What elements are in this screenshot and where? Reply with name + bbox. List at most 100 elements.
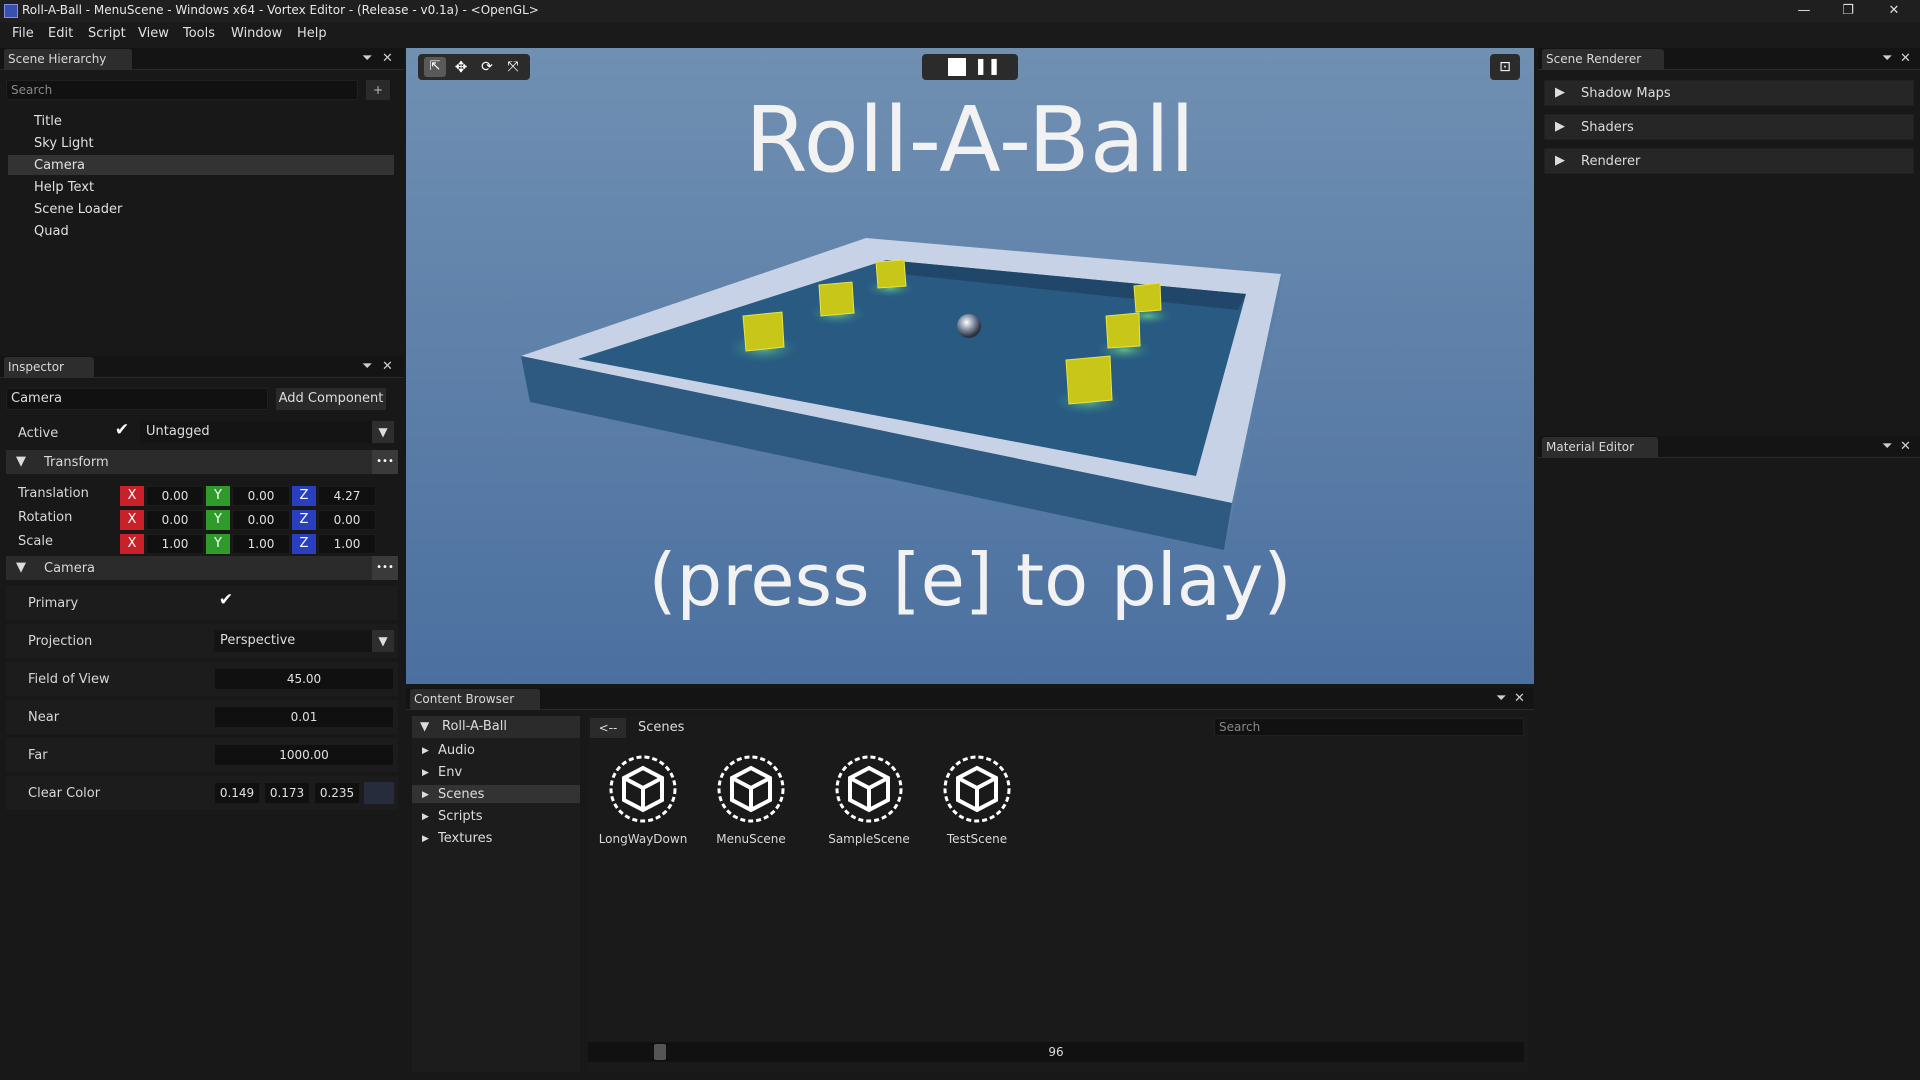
viewport-maximize-icon[interactable]: ⊡: [1490, 54, 1520, 80]
scene-viewport[interactable]: Roll-A-Ball (press [e] to play) ⇱ ✥ ⟳ ⤧ …: [406, 48, 1534, 684]
panel-close-icon[interactable]: ✕: [1514, 691, 1525, 706]
hierarchy-item-camera[interactable]: Camera: [34, 158, 85, 173]
camera-section-header[interactable]: ▼ Camera •••: [6, 556, 398, 580]
folder-audio[interactable]: Audio: [438, 743, 475, 758]
clear-color-r-field[interactable]: 0.149: [214, 782, 260, 804]
rotation-label: Rotation: [18, 510, 73, 525]
clear-color-swatch[interactable]: [364, 782, 394, 804]
clear-color-g-field[interactable]: 0.173: [264, 782, 310, 804]
hierarchy-tabstrip: Scene Hierarchy ⏷ ✕: [0, 48, 404, 70]
add-component-button[interactable]: Add Component: [276, 388, 386, 410]
tag-dropdown[interactable]: Untagged ▼: [140, 421, 394, 443]
menu-view[interactable]: View: [138, 26, 169, 41]
panel-options-icon[interactable]: ⏷: [1882, 439, 1892, 454]
asset-samplescene[interactable]: SampleScene: [814, 754, 924, 846]
translation-z-field[interactable]: 4.27: [318, 486, 376, 506]
translation-x-field[interactable]: 0.00: [146, 486, 204, 506]
scale-x-field[interactable]: 1.00: [146, 534, 204, 554]
menu-window[interactable]: Window: [231, 26, 282, 41]
title-bar: Roll-A-Ball - MenuScene - Windows x64 - …: [0, 0, 1920, 22]
tab-scene-renderer[interactable]: Scene Renderer: [1542, 49, 1664, 70]
menu-tools[interactable]: Tools: [183, 26, 215, 41]
folder-scripts[interactable]: Scripts: [438, 809, 482, 824]
panel-options-icon[interactable]: ⏷: [362, 51, 372, 66]
menu-help[interactable]: Help: [297, 26, 327, 41]
app-logo-icon: [4, 4, 18, 18]
close-window-button[interactable]: ✕: [1872, 0, 1916, 22]
more-options-icon[interactable]: •••: [372, 556, 398, 580]
panel-options-icon[interactable]: ⏷: [362, 359, 372, 374]
rotation-x-field[interactable]: 0.00: [146, 510, 204, 530]
folder-textures[interactable]: Textures: [438, 831, 492, 846]
tree-root-label: Roll-A-Ball: [442, 719, 507, 734]
asset-label: MenuScene: [716, 832, 786, 846]
move-tool-icon[interactable]: ✥: [450, 57, 472, 77]
rotation-y-field[interactable]: 0.00: [232, 510, 290, 530]
hierarchy-item-scene-loader[interactable]: Scene Loader: [34, 202, 122, 217]
content-search-input[interactable]: Search: [1214, 718, 1524, 736]
panel-options-icon[interactable]: ⏷: [1496, 691, 1506, 706]
tab-content-browser[interactable]: Content Browser: [410, 689, 540, 710]
hierarchy-item-help-text[interactable]: Help Text: [34, 180, 94, 195]
primary-label: Primary: [28, 596, 79, 611]
clear-color-b-field[interactable]: 0.235: [314, 782, 360, 804]
scale-tool-icon[interactable]: ⤧: [502, 57, 524, 77]
tab-material-editor[interactable]: Material Editor: [1542, 437, 1658, 458]
menu-edit[interactable]: Edit: [48, 26, 73, 41]
inspector-tabstrip: Inspector ⏷ ✕: [0, 356, 404, 378]
tab-inspector[interactable]: Inspector: [4, 357, 94, 378]
fov-label: Field of View: [28, 672, 110, 687]
panel-close-icon[interactable]: ✕: [382, 51, 393, 66]
maximize-button[interactable]: ❐: [1826, 0, 1870, 22]
panel-close-icon[interactable]: ✕: [382, 359, 393, 374]
section-renderer[interactable]: ▶ Renderer: [1544, 148, 1914, 174]
stop-icon[interactable]: [948, 58, 966, 76]
minimize-button[interactable]: —: [1782, 0, 1826, 22]
hierarchy-item-quad[interactable]: Quad: [34, 224, 69, 239]
section-shadow-maps[interactable]: ▶ Shadow Maps: [1544, 80, 1914, 106]
folder-env[interactable]: Env: [438, 765, 462, 780]
add-entity-button[interactable]: +: [366, 80, 390, 100]
scene-title-text: Roll-A-Ball: [745, 88, 1195, 193]
axis-x-badge: X: [120, 510, 144, 530]
asset-testscene[interactable]: TestScene: [922, 754, 1032, 846]
more-options-icon[interactable]: •••: [372, 450, 398, 474]
hierarchy-item-title[interactable]: Title: [34, 114, 62, 129]
pause-icon[interactable]: ❚❚: [974, 56, 1001, 78]
tab-scene-hierarchy[interactable]: Scene Hierarchy: [4, 49, 132, 70]
section-shaders[interactable]: ▶ Shaders: [1544, 114, 1914, 140]
thumbnail-size-slider[interactable]: 96: [588, 1042, 1524, 1062]
near-row: Near 0.01: [6, 700, 398, 734]
panel-close-icon[interactable]: ✕: [1900, 439, 1911, 454]
asset-longwaydown[interactable]: LongWayDown: [588, 754, 698, 846]
translation-y-field[interactable]: 0.00: [232, 486, 290, 506]
rotation-z-field[interactable]: 0.00: [318, 510, 376, 530]
asset-menuscene[interactable]: MenuScene: [696, 754, 806, 846]
folder-scenes[interactable]: Scenes: [438, 787, 484, 802]
scene-file-icon: [609, 755, 677, 823]
expand-triangle-icon: ▶: [1555, 85, 1565, 100]
active-checkbox[interactable]: ✔: [108, 420, 136, 444]
transform-section-header[interactable]: ▼ Transform •••: [6, 450, 398, 474]
near-field[interactable]: 0.01: [214, 706, 394, 728]
rotate-tool-icon[interactable]: ⟳: [476, 57, 498, 77]
panel-close-icon[interactable]: ✕: [1900, 51, 1911, 66]
far-field[interactable]: 1000.00: [214, 744, 394, 766]
menu-file[interactable]: File: [12, 26, 34, 41]
hierarchy-item-sky-light[interactable]: Sky Light: [34, 136, 94, 151]
collapse-triangle-icon: ▼: [16, 454, 26, 469]
chevron-down-icon: ▼: [372, 630, 394, 652]
scale-z-field[interactable]: 1.00: [318, 534, 376, 554]
hierarchy-search-input[interactable]: Search: [6, 80, 358, 100]
entity-name-input[interactable]: Camera: [6, 388, 268, 410]
projection-dropdown[interactable]: Perspective ▼: [214, 630, 394, 652]
primary-checkbox[interactable]: ✔: [212, 590, 240, 614]
menu-script[interactable]: Script: [88, 26, 126, 41]
translation-label: Translation: [18, 486, 89, 501]
tree-root-row[interactable]: ▼ Roll-A-Ball: [412, 716, 580, 738]
scale-y-field[interactable]: 1.00: [232, 534, 290, 554]
panel-options-icon[interactable]: ⏷: [1882, 51, 1892, 66]
select-tool-icon[interactable]: ⇱: [424, 57, 446, 77]
fov-field[interactable]: 45.00: [214, 668, 394, 690]
back-button[interactable]: <--: [590, 718, 626, 738]
